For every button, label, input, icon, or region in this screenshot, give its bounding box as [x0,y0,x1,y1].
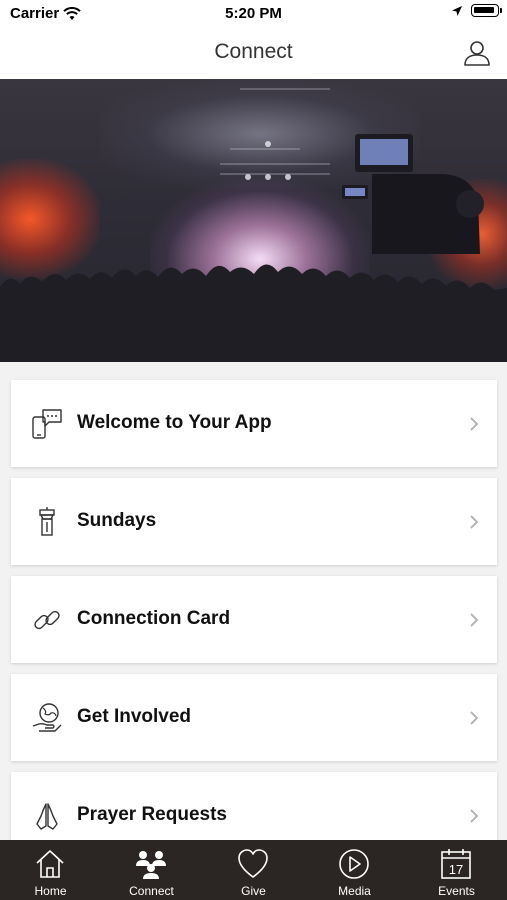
calendar-day: 17 [449,862,463,877]
play-icon [339,849,369,879]
chevron-right-icon [470,711,479,725]
menu-item-label: Sundays [77,510,157,531]
menu-item-label: Welcome to Your App [77,412,272,433]
tab-label: Give [241,884,266,898]
tab-events[interactable]: 17 Events [406,840,507,900]
menu-item-get-involved[interactable]: Get Involved [11,674,497,761]
calendar-icon: 17 [441,849,471,879]
phone-chat-icon [32,409,62,439]
tab-home[interactable]: Home [0,840,101,900]
tab-label: Media [338,884,371,898]
home-icon [36,850,64,878]
tab-bar: Home Connect Give Media 17 Events [0,840,507,900]
menu-item-prayer-requests[interactable]: Prayer Requests [11,772,497,840]
pulpit-icon [39,507,55,536]
location-arrow-icon [452,5,462,16]
chevron-right-icon [470,809,479,823]
chevron-right-icon [470,613,479,627]
menu-item-label: Get Involved [77,706,192,727]
nav-bar: Connect [0,28,507,79]
heart-icon [238,849,268,878]
tab-give[interactable]: Give [203,840,304,900]
link-icon [34,610,60,630]
menu-item-welcome[interactable]: Welcome to Your App [11,380,497,467]
tab-connect[interactable]: Connect [101,840,202,900]
status-right [451,4,502,17]
menu-item-label: Prayer Requests [77,804,227,825]
profile-icon[interactable] [463,39,491,67]
menu-item-connection-card[interactable]: Connection Card [11,576,497,663]
hero-image [0,79,507,362]
crowd-silhouette [0,264,507,362]
battery-icon [471,4,502,17]
status-bar: Carrier 5:20 PM [0,0,507,28]
tab-label: Events [438,884,475,898]
praying-hands-icon [36,803,58,830]
chevron-right-icon [470,515,479,529]
status-time: 5:20 PM [225,5,282,22]
page-title: Connect [214,40,293,63]
tab-label: Home [34,884,67,898]
tab-media[interactable]: Media [304,840,405,900]
people-icon [136,851,166,879]
menu-list: Welcome to Your App Sundays Connection C… [0,362,507,840]
menu-item-label: Connection Card [77,608,231,629]
menu-item-sundays[interactable]: Sundays [11,478,497,565]
globe-hand-icon [32,703,62,732]
chevron-right-icon [470,417,479,431]
tab-label: Connect [129,884,174,898]
